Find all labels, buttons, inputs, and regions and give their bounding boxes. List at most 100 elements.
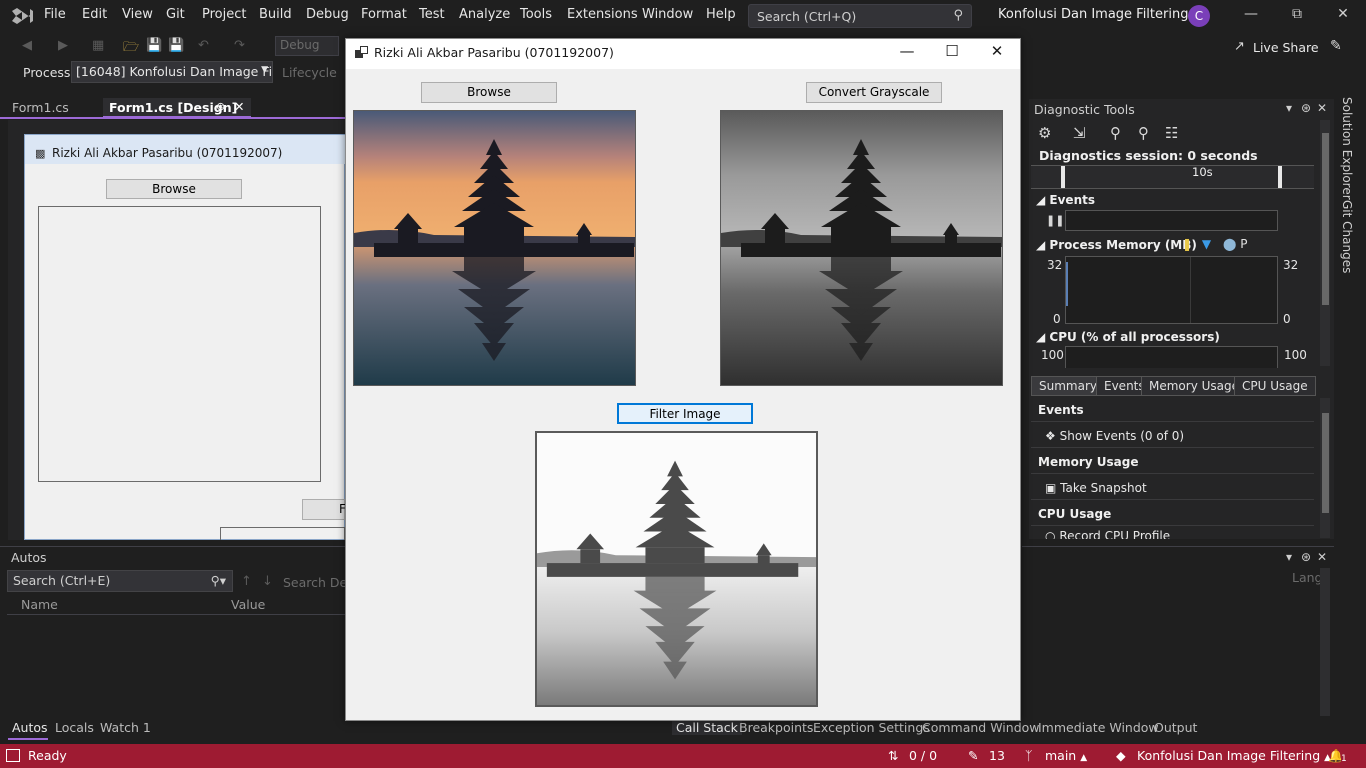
output-window-icon[interactable] (6, 749, 20, 762)
tab-command-window[interactable]: Command Window (922, 720, 1040, 735)
design-picturebox-bottom[interactable] (220, 527, 345, 540)
menu-item-test[interactable]: Test (419, 7, 445, 22)
export-icon[interactable]: ⇲ (1073, 124, 1086, 142)
search-down-icon[interactable]: ↓ (262, 574, 273, 589)
menu-item-extensions[interactable]: Extensions (567, 7, 638, 22)
back-icon[interactable]: ◀ (22, 38, 32, 53)
save-icon[interactable]: 💾 (146, 38, 162, 53)
lower-right-scrollbar[interactable] (1320, 568, 1330, 716)
design-picturebox[interactable] (38, 206, 321, 482)
menu-item-help[interactable]: Help (706, 7, 736, 22)
close-icon[interactable]: ✕ (1317, 101, 1327, 115)
tab-breakpoints[interactable]: Breakpoints (739, 720, 813, 735)
menu-item-view[interactable]: View (122, 7, 153, 22)
menu-item-file[interactable]: File (44, 7, 66, 22)
hierarchy-icon[interactable]: ☷ (1165, 124, 1178, 142)
app-close-icon[interactable]: ✕ (982, 42, 1012, 60)
close-icon[interactable]: ✕ (1317, 550, 1327, 564)
memory-section-header[interactable]: ◢ Process Memory (MB) (1036, 238, 1197, 252)
cpu-section-header[interactable]: ◢ CPU (% of all processors) (1036, 330, 1220, 344)
menu-item-debug[interactable]: Debug (306, 7, 349, 22)
chevron-down-icon[interactable]: ▾ (1286, 101, 1292, 115)
menu-item-tools[interactable]: Tools (520, 7, 552, 22)
settings-gear-icon[interactable]: ⚙ (1038, 124, 1051, 142)
autos-search-input[interactable]: Search (Ctrl+E) ⚲▾ (7, 570, 233, 592)
events-section-header[interactable]: ◢ Events (1036, 193, 1095, 207)
ide-close-icon[interactable]: ✕ (1333, 6, 1353, 22)
menu-item-build[interactable]: Build (259, 7, 292, 22)
tab-summary[interactable]: Summary (1031, 376, 1105, 396)
menu-item-edit[interactable]: Edit (82, 7, 107, 22)
global-search-input[interactable]: Search (Ctrl+Q) ⚲ (748, 4, 972, 28)
cpu-graph[interactable] (1065, 346, 1278, 368)
record-cpu-link[interactable]: ○ Record CPU Profile (1031, 529, 1314, 539)
git-repository[interactable]: Konfolusi Dan Image Filtering ▲ (1137, 748, 1331, 763)
open-folder-icon[interactable]: 🗁 (123, 38, 139, 60)
menu-item-window[interactable]: Window (642, 7, 693, 22)
solution-configuration-select[interactable]: Debug (275, 36, 339, 56)
tab-exception-settings[interactable]: Exception Settings (813, 720, 930, 735)
tab-watch-1[interactable]: Watch 1 (100, 720, 151, 735)
menu-item-project[interactable]: Project (202, 7, 246, 22)
tab-autos[interactable]: Autos (12, 720, 48, 735)
ide-restore-icon[interactable]: ⧉ (1287, 6, 1307, 22)
close-icon[interactable]: ✕ (234, 99, 244, 114)
save-all-icon[interactable]: 💾 (168, 38, 184, 53)
app-minimize-icon[interactable]: — (892, 42, 922, 60)
chevron-down-icon[interactable]: ▾ (1286, 550, 1292, 564)
pause-icon[interactable]: ❚❚ (1046, 214, 1064, 227)
zoom-out-icon[interactable]: ⚲ (1138, 124, 1149, 142)
ide-minimize-icon[interactable]: — (1241, 6, 1261, 22)
design-filter-button[interactable]: F (302, 499, 346, 520)
redo-icon[interactable]: ↷ (234, 38, 245, 53)
design-browse-button[interactable]: Browse (106, 179, 242, 199)
take-snapshot-link[interactable]: ▣ Take Snapshot (1031, 477, 1314, 500)
visual-studio-logo-icon[interactable] (10, 5, 34, 27)
app-maximize-icon[interactable]: ☐ (937, 42, 967, 60)
timeline-end-handle[interactable] (1278, 166, 1282, 188)
column-header-name[interactable]: Name (21, 597, 58, 612)
search-up-icon[interactable]: ↑ (241, 574, 252, 589)
process-select[interactable]: [16048] Konfolusi Dan Image Filter ▼ (71, 61, 273, 83)
menu-item-git[interactable]: Git (166, 7, 185, 22)
convert-grayscale-button[interactable]: Convert Grayscale (806, 82, 942, 103)
pin-icon[interactable]: ⊛ (1301, 550, 1311, 564)
tab-git-changes[interactable]: Git Changes (1340, 200, 1354, 273)
live-share-button[interactable]: Live Share (1253, 40, 1319, 55)
tab-locals[interactable]: Locals (55, 720, 94, 735)
git-branch[interactable]: main ▲ (1045, 748, 1087, 763)
git-changes-count[interactable]: 0 / 0 (909, 748, 937, 763)
summary-scrollbar-thumb[interactable] (1322, 413, 1329, 513)
tab-immediate-window[interactable]: Immediate Window (1038, 720, 1159, 735)
forward-icon[interactable]: ▶ (58, 38, 68, 53)
new-item-icon[interactable]: ▦ (92, 38, 104, 53)
tab-memory-usage[interactable]: Memory Usage (1141, 376, 1248, 396)
lifecycle-events-button[interactable]: Lifecycle (282, 65, 337, 80)
feedback-icon[interactable]: ✎ (1330, 38, 1342, 54)
zoom-in-icon[interactable]: ⚲ (1110, 124, 1121, 142)
diagnostics-scrollbar-thumb[interactable] (1322, 133, 1329, 305)
tab-form1-design[interactable]: Form1.cs [Design] ⊛ ✕ (103, 98, 251, 118)
browse-button[interactable]: Browse (421, 82, 557, 103)
git-edits-count[interactable]: 13 (989, 748, 1005, 763)
autos-search-placeholder: Search (Ctrl+E) (13, 573, 111, 588)
menu-item-format[interactable]: Format (361, 7, 407, 22)
summary-memory-heading: Memory Usage (1031, 451, 1314, 474)
language-column-header[interactable]: Lang (1292, 570, 1322, 585)
filter-image-button[interactable]: Filter Image (617, 403, 753, 424)
show-events-link[interactable]: ❖ Show Events (0 of 0) (1031, 425, 1314, 448)
tab-solution-explorer[interactable]: Solution Explorer (1340, 97, 1354, 200)
undo-icon[interactable]: ↶ (198, 38, 209, 53)
tab-form1-cs[interactable]: Form1.cs (6, 98, 75, 118)
diagnostics-timeline[interactable] (1031, 165, 1314, 189)
tab-cpu-usage[interactable]: CPU Usage (1234, 376, 1316, 396)
pin-icon[interactable]: ⊛ (1301, 101, 1311, 115)
menu-item-analyze[interactable]: Analyze (459, 7, 510, 22)
pin-icon[interactable]: ⊛ (216, 100, 225, 113)
tab-call-stack[interactable]: Call Stack (672, 720, 742, 735)
account-avatar[interactable]: C (1188, 5, 1210, 27)
tab-output[interactable]: Output (1154, 720, 1197, 735)
memory-graph[interactable] (1065, 256, 1278, 324)
timeline-start-handle[interactable] (1061, 166, 1065, 188)
column-header-value[interactable]: Value (231, 597, 265, 612)
